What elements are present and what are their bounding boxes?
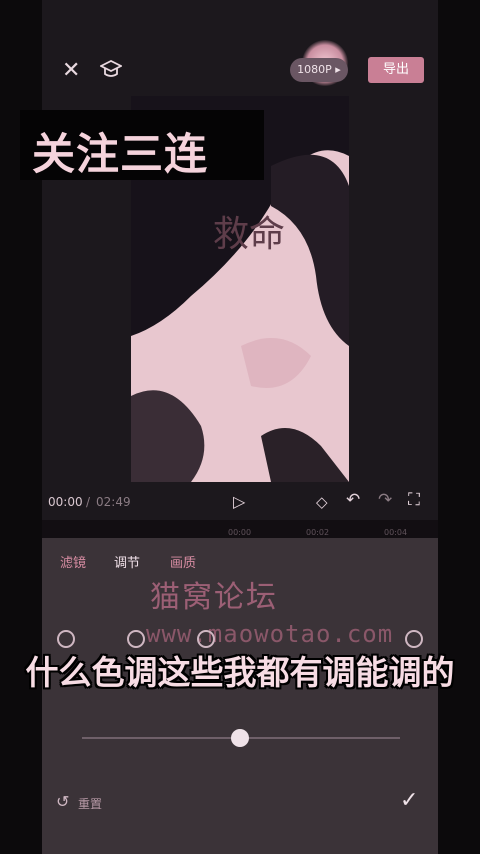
tab-quality[interactable]: 画质 — [170, 552, 196, 571]
ruler-tick: 00:04 — [384, 528, 408, 537]
tab-filter[interactable]: 滤镜 — [60, 552, 86, 571]
fullscreen-icon[interactable]: ⛶ — [408, 490, 420, 510]
export-button[interactable]: 导出 — [368, 57, 424, 83]
ruler-tick: 00:00 — [228, 528, 252, 537]
caption-top-text: 关注三连 — [32, 130, 208, 180]
tattoo-char-1: 救命 — [213, 214, 285, 255]
current-time: 00:00 — [48, 495, 83, 509]
redo-icon[interactable]: ↷ — [378, 490, 392, 510]
undo-icon[interactable]: ↶ — [346, 490, 360, 510]
watermark-url: www.maowotao.com — [146, 620, 394, 648]
reset-button[interactable]: 重置 — [78, 795, 102, 812]
play-icon[interactable]: ▷ — [233, 492, 245, 511]
adjust-slider-thumb[interactable] — [231, 729, 249, 747]
reset-icon[interactable]: ↺ — [56, 792, 69, 811]
caption-top: 关注三连 — [20, 110, 264, 180]
resolution-label: 1080P — [297, 63, 332, 76]
ruler-tick: 00:02 — [306, 528, 330, 537]
resolution-button[interactable]: 1080P ▸ — [290, 58, 348, 82]
time-separator: / — [86, 495, 91, 509]
close-icon[interactable]: ✕ — [62, 60, 80, 82]
graduation-cap-icon[interactable] — [98, 58, 124, 85]
tab-adjust[interactable]: 调节 — [114, 552, 140, 571]
watermark-title: 猫窝论坛 — [150, 580, 278, 615]
keyframe-icon[interactable]: ◇ — [316, 493, 328, 511]
check-icon[interactable]: ✓ — [400, 788, 418, 813]
right-border — [438, 0, 480, 854]
caption-bottom: 什么色调这些我都有调能调的 — [25, 653, 455, 692]
total-time: 02:49 — [96, 495, 131, 509]
